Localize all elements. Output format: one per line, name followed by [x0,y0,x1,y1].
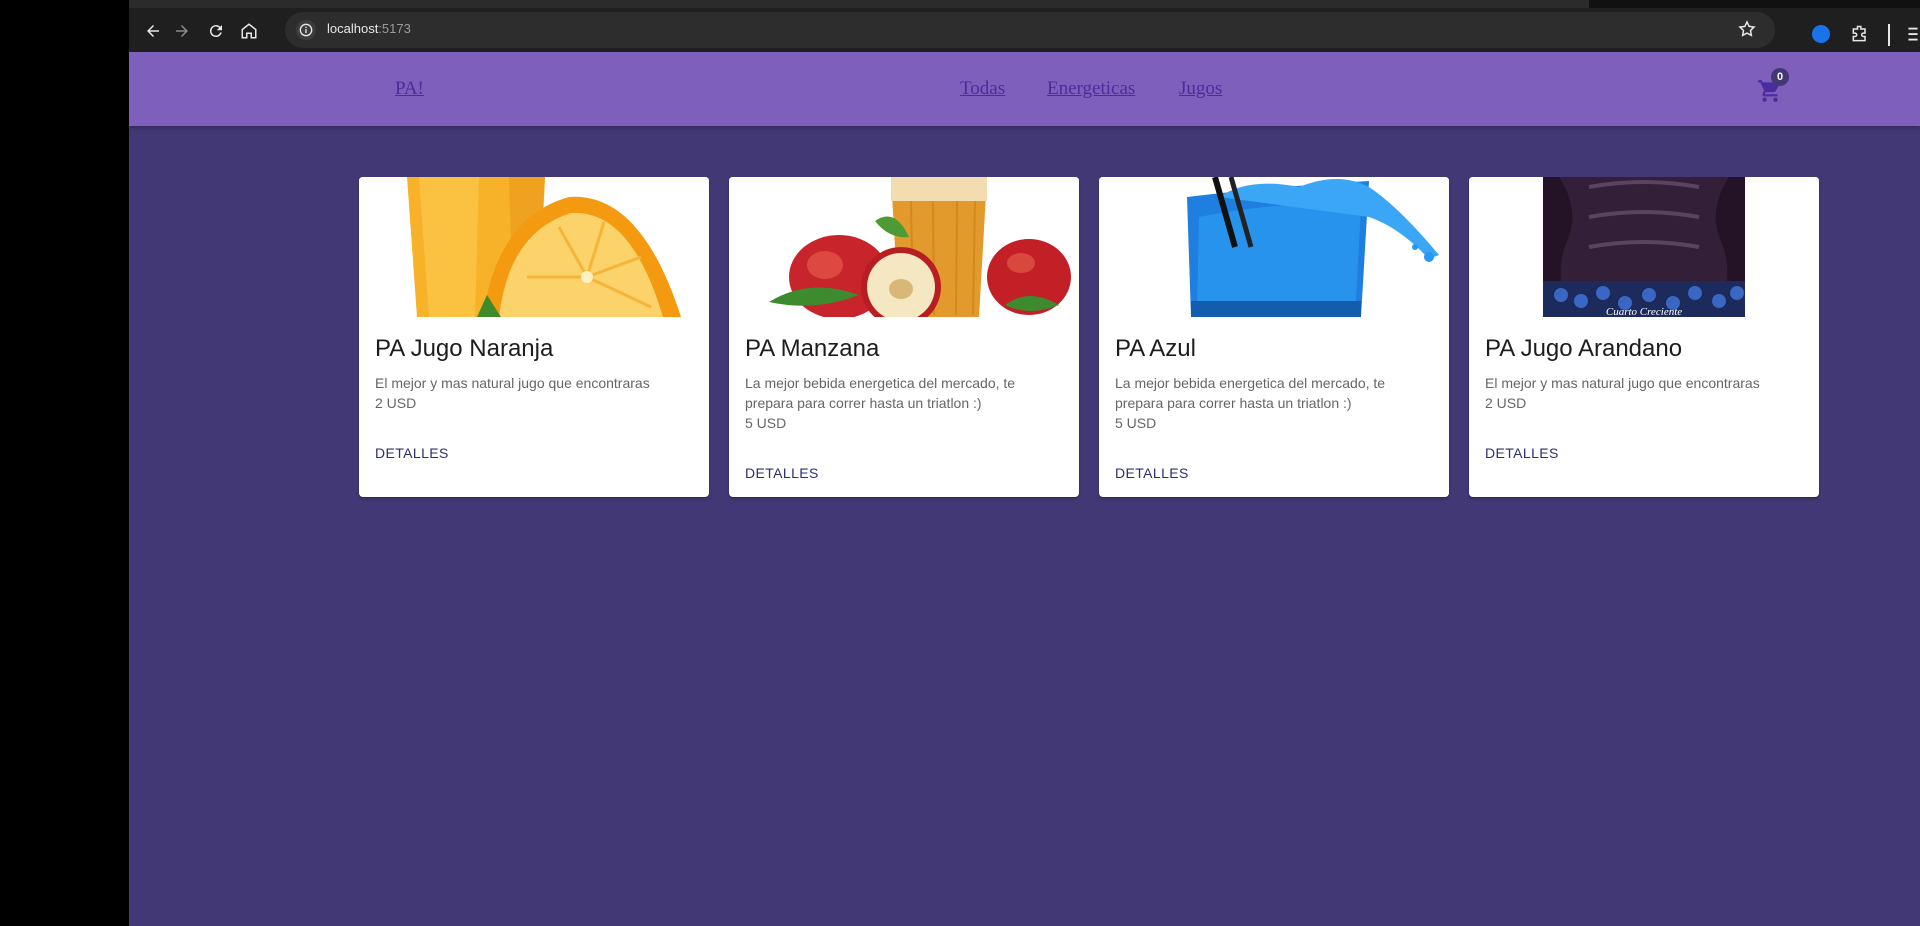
nav-link-todas[interactable]: Todas [960,78,1005,100]
product-title: PA Jugo Naranja [375,335,554,362]
brand-link[interactable]: PA! [395,78,424,100]
product-card: PA Azul La mejor bebida energetica del m… [1099,177,1449,497]
app-header: PA! Todas Energeticas Jugos 0 [129,52,1920,126]
bookmark-star-icon[interactable] [1737,19,1757,44]
product-card: PA Jugo Naranja El mejor y mas natural j… [359,177,709,497]
home-icon [241,23,257,39]
blue-drink-image [1099,177,1449,317]
nav-link-energeticas[interactable]: Energeticas [1047,78,1135,100]
forward-button[interactable] [169,18,195,44]
product-title: PA Manzana [745,335,880,362]
product-description: La mejor bebida energetica del mercado, … [1115,375,1386,411]
address-bar-field[interactable]: localhost:5173 [285,12,1775,48]
product-grid: PA Jugo Naranja El mejor y mas natural j… [359,177,1879,517]
product-price: 2 USD [375,395,417,411]
product-price: 2 USD [1485,395,1527,411]
product-card: PA Manzana La mejor bebida energetica de… [729,177,1079,497]
details-button[interactable]: DETALLES [375,445,449,461]
tab-strip-end [1589,0,1920,8]
product-description: La mejor bebida energetica del mercado, … [745,375,1016,411]
reload-icon [209,25,222,38]
url-text[interactable]: localhost:5173 [327,21,411,36]
product-card: Cuarto Creciente PA Jugo Arandano El mej… [1469,177,1819,497]
jar-label-text: Cuarto Creciente [1606,306,1682,317]
product-title: PA Azul [1115,335,1196,362]
toolbar-divider [1888,24,1890,46]
address-bar[interactable]: localhost:5173 [285,12,1920,48]
product-price: 5 USD [1115,415,1157,431]
back-button[interactable] [140,18,166,44]
apple-drink-image [729,177,1079,317]
extensions-puzzle-icon[interactable] [1850,24,1870,49]
orange-juice-image [359,177,709,317]
reload-button[interactable] [203,18,229,44]
product-description: El mejor y mas natural jugo que encontra… [1485,375,1760,391]
details-button[interactable]: DETALLES [1115,465,1189,481]
nav-link-jugos[interactable]: Jugos [1179,78,1222,100]
browser-toolbar: localhost:5173 [129,8,1920,52]
cart-count-badge: 0 [1771,68,1789,86]
product-price: 5 USD [745,415,787,431]
page-viewport: PA! Todas Energeticas Jugos 0 PA Jugo Na… [129,52,1920,926]
details-button[interactable]: DETALLES [745,465,819,481]
desktop-background [0,0,129,926]
home-button[interactable] [236,18,262,44]
arrow-right-icon [176,25,188,37]
arrow-left-icon [147,25,159,37]
details-button[interactable]: DETALLES [1485,445,1559,461]
browser-menu-icon[interactable] [1906,24,1920,51]
url-host: localhost [327,21,379,36]
site-info-icon[interactable] [296,20,316,40]
product-title: PA Jugo Arandano [1485,335,1683,362]
url-port: :5173 [378,21,411,36]
product-description: El mejor y mas natural jugo que encontra… [375,375,650,391]
blueberry-jar-image: Cuarto Creciente [1469,177,1819,317]
extension-icon[interactable] [1812,25,1830,43]
